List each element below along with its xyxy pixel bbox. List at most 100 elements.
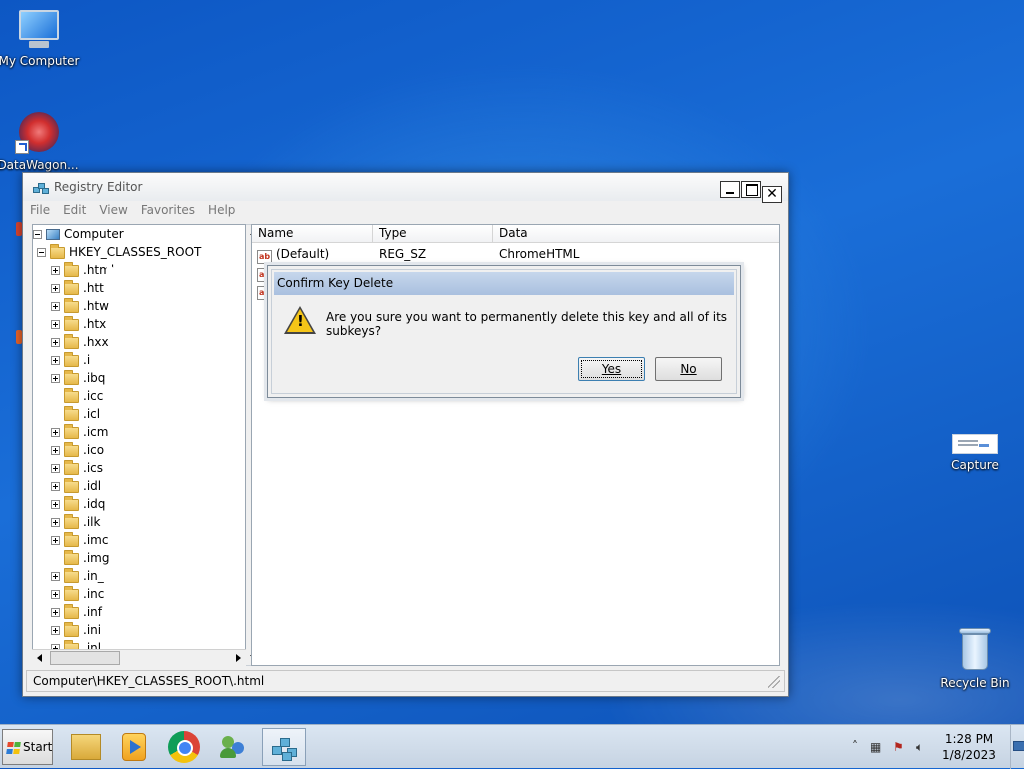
yes-button[interactable]: Yes — [578, 357, 645, 381]
desktop-icon-recycle-bin[interactable]: Recycle Bin — [933, 626, 1017, 690]
desktop-icon-my-computer[interactable]: My Computer — [0, 10, 81, 68]
tree-horizontal-scrollbar[interactable] — [32, 649, 246, 666]
clock[interactable]: 1:28 PM 1/8/2023 — [934, 731, 1004, 763]
taskbar-chrome-button[interactable] — [162, 728, 206, 766]
tree-node-key[interactable]: .img — [51, 549, 109, 567]
tree-node-label: Computer — [64, 227, 124, 241]
desktop-icon-capture[interactable]: Capture — [933, 434, 1017, 472]
recycle-bin-icon — [958, 626, 992, 672]
tree-node-label: HKEY_CLASSES_ROOT — [69, 245, 202, 259]
taskbar-registry-editor-button[interactable] — [262, 728, 306, 766]
resize-grip[interactable] — [768, 676, 780, 688]
value-data: ChromeHTML — [499, 247, 580, 261]
start-label: Start — [23, 740, 53, 754]
menu-view[interactable]: View — [92, 201, 133, 217]
volume-icon[interactable]: 🔈︎ — [916, 740, 923, 755]
scroll-left-arrow[interactable] — [32, 650, 48, 666]
folder-icon — [64, 549, 79, 565]
taskbar-explorer-button[interactable] — [64, 728, 108, 766]
tree-node-key[interactable]: .icl — [51, 405, 100, 423]
menu-edit[interactable]: Edit — [56, 201, 92, 217]
expand-toggle[interactable] — [51, 500, 60, 509]
expand-toggle[interactable] — [51, 590, 60, 599]
start-button[interactable]: Start — [2, 729, 53, 765]
tree-node-key[interactable]: .hxx — [51, 333, 109, 351]
explorer-icon — [71, 734, 101, 760]
menu-file[interactable]: File — [23, 201, 56, 217]
folder-icon — [64, 459, 79, 475]
tree-node-label: .imc — [83, 533, 109, 547]
show-desktop-button[interactable] — [1010, 725, 1024, 769]
tree-node-key[interactable]: .idq — [51, 495, 105, 513]
tree-node-label: .inf — [83, 605, 102, 619]
title-bar[interactable]: Registry Editor ✕ — [23, 173, 788, 203]
column-header-name[interactable]: Name — [252, 225, 373, 243]
scroll-thumb[interactable] — [50, 651, 120, 665]
expand-toggle[interactable] — [51, 356, 60, 365]
tree-node-computer[interactable]: Computer — [33, 225, 124, 243]
key-tree[interactable]: Computer HKEY_CLASSES_ROOT .html .htt .htw… — [32, 224, 246, 666]
collapse-toggle[interactable] — [37, 248, 46, 257]
expand-toggle[interactable] — [51, 518, 60, 527]
expand-toggle[interactable] — [51, 608, 60, 617]
no-button[interactable]: No — [655, 357, 722, 381]
taskbar-media-player-button[interactable] — [112, 728, 156, 766]
action-center-icon[interactable]: ⚑ — [893, 740, 904, 754]
menu-help[interactable]: Help — [201, 201, 241, 217]
tree-node-key[interactable]: .htx — [51, 315, 106, 333]
status-path: Computer\HKEY_CLASSES_ROOT\.html — [33, 674, 265, 688]
tree-node-key[interactable]: .imc — [51, 531, 108, 549]
tree-node-label: .img — [83, 551, 110, 565]
maximize-button[interactable] — [741, 181, 761, 198]
expand-toggle[interactable] — [51, 464, 60, 473]
tree-node-key[interactable]: .inc — [51, 585, 104, 603]
tree-node-key[interactable]: .idl — [51, 477, 101, 495]
collapse-toggle[interactable] — [33, 230, 42, 239]
tree-node-key[interactable]: .in_ — [51, 567, 104, 585]
tree-node-label: .htx — [83, 317, 107, 331]
tree-node-key[interactable]: .ilk — [51, 513, 100, 531]
minimize-button[interactable] — [720, 181, 740, 198]
tree-node-key[interactable]: .icc — [51, 387, 103, 405]
folder-icon — [64, 603, 79, 619]
taskbar-users-button[interactable] — [212, 728, 256, 766]
tree-node-key[interactable]: .ico — [51, 441, 104, 459]
tree-node-key[interactable]: .ibq — [51, 369, 105, 387]
expand-toggle[interactable] — [51, 302, 60, 311]
scroll-right-arrow[interactable] — [230, 650, 246, 666]
expand-toggle[interactable] — [51, 626, 60, 635]
dialog-title[interactable]: Confirm Key Delete — [274, 272, 734, 295]
value-type: REG_SZ — [379, 247, 427, 261]
menu-favorites[interactable]: Favorites — [134, 201, 201, 217]
expand-toggle[interactable] — [51, 536, 60, 545]
tree-node-key[interactable]: .ics — [51, 459, 103, 477]
column-header-type[interactable]: Type — [373, 225, 493, 243]
value-name: (Default) — [276, 247, 330, 261]
tree-node-key[interactable]: .htt — [51, 279, 104, 297]
windows-flag-icon — [6, 742, 21, 754]
expand-toggle[interactable] — [51, 320, 60, 329]
expand-toggle[interactable] — [51, 374, 60, 383]
tree-node-key[interactable]: .icm — [51, 423, 108, 441]
menu-bar: File Edit View Favorites Help — [23, 201, 788, 221]
tree-node-key[interactable]: .ini — [51, 621, 101, 639]
expand-toggle[interactable] — [51, 338, 60, 347]
computer-icon — [46, 229, 60, 240]
expand-toggle[interactable] — [51, 446, 60, 455]
tree-node-key[interactable]: .i — [51, 351, 90, 369]
value-row[interactable]: ab (Default) REG_SZ ChromeHTML — [252, 245, 779, 264]
tree-node-key[interactable]: .htw — [51, 297, 109, 315]
network-icon[interactable]: ▦ — [870, 740, 881, 754]
expand-toggle[interactable] — [51, 428, 60, 437]
desktop-icon-datawagon[interactable]: DataWagon... — [0, 112, 80, 172]
column-header-data[interactable]: Data — [493, 225, 779, 243]
tree-node-label: .in_ — [83, 569, 104, 583]
expand-toggle[interactable] — [51, 482, 60, 491]
warning-exclamation: ! — [297, 312, 304, 330]
show-hidden-icons-chevron-icon[interactable]: ˄ — [852, 739, 858, 753]
expand-toggle[interactable] — [51, 266, 60, 275]
tree-node-hkey-classes-root[interactable]: HKEY_CLASSES_ROOT — [37, 243, 201, 261]
expand-toggle[interactable] — [51, 284, 60, 293]
expand-toggle[interactable] — [51, 572, 60, 581]
tree-node-key[interactable]: .inf — [51, 603, 102, 621]
